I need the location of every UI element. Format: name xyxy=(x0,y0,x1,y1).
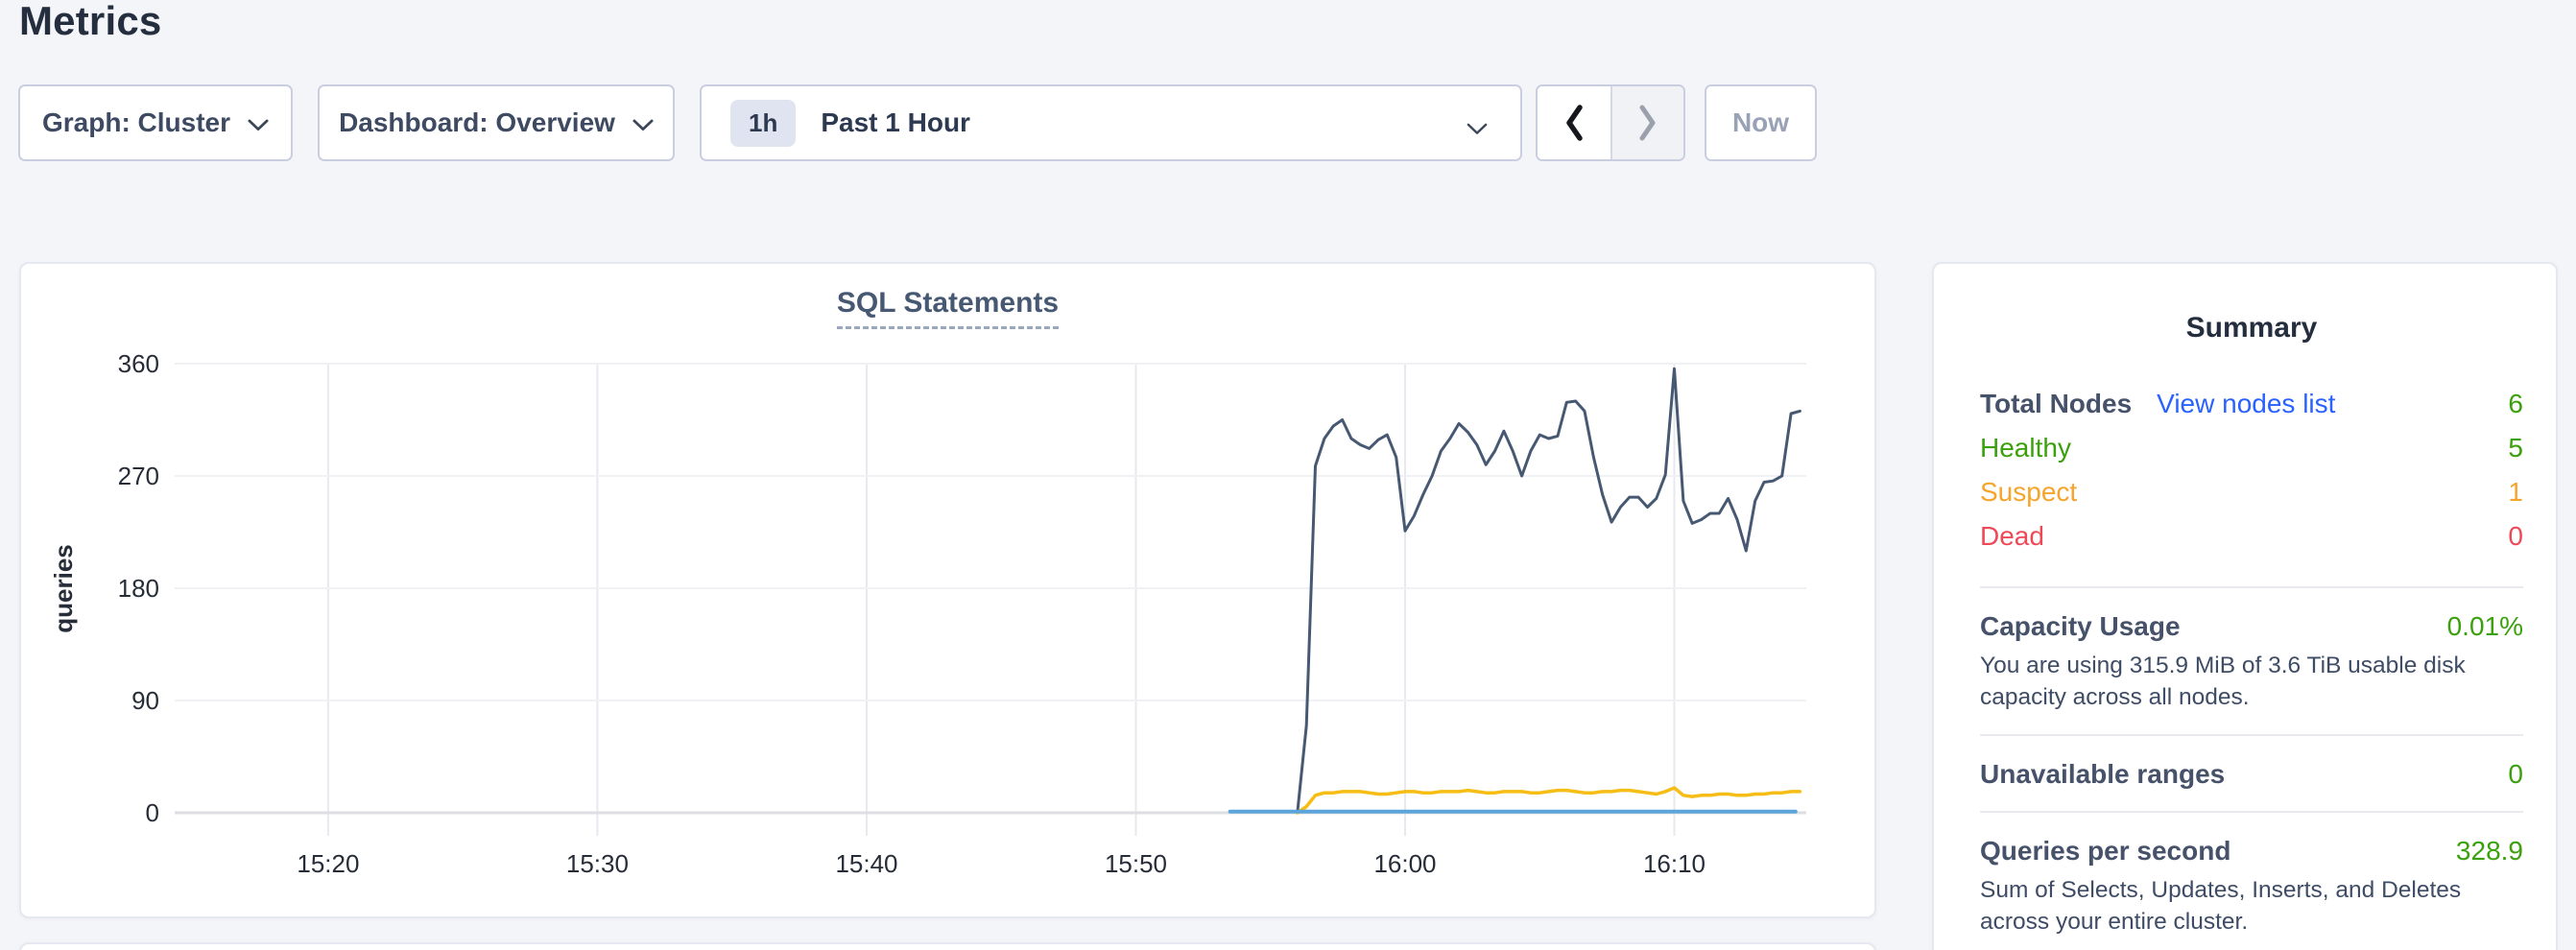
queries-per-second-section: Queries per second 328.9 Sum of Selects,… xyxy=(1980,836,2523,938)
queries-per-second-description: Sum of Selects, Updates, Inserts, and De… xyxy=(1980,874,2523,938)
node-status-block: Total Nodes View nodes list 6 Healthy 5 … xyxy=(1980,389,2523,565)
graph-dropdown[interactable]: Graph: Cluster xyxy=(18,84,293,161)
next-chart-card xyxy=(19,942,1876,950)
svg-text:90: 90 xyxy=(131,686,159,715)
dead-value: 0 xyxy=(2508,521,2523,552)
healthy-nodes-row: Healthy 5 xyxy=(1980,433,2523,477)
svg-text:360: 360 xyxy=(118,349,159,378)
queries-per-second-label: Queries per second xyxy=(1980,836,2230,867)
chevron-left-icon xyxy=(1562,104,1586,142)
unavailable-ranges-section: Unavailable ranges 0 xyxy=(1980,759,2523,790)
queries-per-second-value: 328.9 xyxy=(2456,836,2523,867)
divider xyxy=(1980,811,2523,813)
total-nodes-value: 6 xyxy=(2508,389,2523,419)
suspect-nodes-row: Suspect 1 xyxy=(1980,477,2523,521)
svg-text:15:40: 15:40 xyxy=(835,849,897,878)
svg-text:15:20: 15:20 xyxy=(297,849,359,878)
unavailable-ranges-label: Unavailable ranges xyxy=(1980,759,2225,790)
chevron-down-icon xyxy=(1467,123,1488,135)
svg-text:15:50: 15:50 xyxy=(1105,849,1167,878)
graph-dropdown-label: Graph: Cluster xyxy=(42,107,230,138)
controls-bar: Graph: Cluster Dashboard: Overview 1h Pa… xyxy=(18,84,1817,161)
time-range-badge: 1h xyxy=(730,100,796,147)
time-prev-button[interactable] xyxy=(1538,86,1610,159)
healthy-label: Healthy xyxy=(1980,433,2071,463)
time-range-label: Past 1 Hour xyxy=(821,107,970,138)
dashboard-dropdown[interactable]: Dashboard: Overview xyxy=(318,84,675,161)
sql-statements-chart-card: SQL Statements queries 15:2015:3015:4015… xyxy=(19,262,1876,918)
divider xyxy=(1980,586,2523,588)
svg-text:15:30: 15:30 xyxy=(566,849,629,878)
view-nodes-list-link[interactable]: View nodes list xyxy=(2157,389,2335,419)
divider xyxy=(1980,734,2523,736)
dashboard-dropdown-label: Dashboard: Overview xyxy=(339,107,615,138)
chevron-down-icon xyxy=(632,119,654,131)
svg-text:16:10: 16:10 xyxy=(1643,849,1705,878)
capacity-usage-section: Capacity Usage 0.01% You are using 315.9… xyxy=(1980,611,2523,713)
capacity-usage-description: You are using 315.9 MiB of 3.6 TiB usabl… xyxy=(1980,650,2523,713)
capacity-usage-label: Capacity Usage xyxy=(1980,611,2181,642)
total-nodes-label: Total Nodes xyxy=(1980,389,2132,419)
dead-label: Dead xyxy=(1980,521,2044,552)
svg-text:180: 180 xyxy=(118,574,159,603)
capacity-usage-value: 0.01% xyxy=(2447,611,2523,642)
time-range-dropdown[interactable]: 1h Past 1 Hour xyxy=(700,84,1522,161)
summary-title: Summary xyxy=(1980,312,2523,344)
healthy-value: 5 xyxy=(2508,433,2523,463)
dead-nodes-row: Dead 0 xyxy=(1980,521,2523,565)
suspect-label: Suspect xyxy=(1980,477,2077,508)
unavailable-ranges-value: 0 xyxy=(2508,759,2523,790)
now-button[interactable]: Now xyxy=(1705,84,1817,161)
svg-text:16:00: 16:00 xyxy=(1373,849,1436,878)
total-nodes-row: Total Nodes View nodes list 6 xyxy=(1980,389,2523,433)
sql-statements-chart[interactable]: 15:20 15:30 15:40 15:50 16:00 16:10 0 90 180 270 3… xyxy=(21,264,1878,920)
chevron-right-icon xyxy=(1636,104,1659,142)
suspect-value: 1 xyxy=(2508,477,2523,508)
summary-panel: Summary Total Nodes View nodes list 6 He… xyxy=(1932,262,2558,950)
svg-text:0: 0 xyxy=(146,798,159,827)
metrics-page: Metrics Graph: Cluster Dashboard: Overvi… xyxy=(0,0,2576,950)
time-nav-group xyxy=(1536,84,1685,161)
chevron-down-icon xyxy=(248,119,269,131)
time-next-button[interactable] xyxy=(1610,86,1683,159)
svg-text:270: 270 xyxy=(118,462,159,490)
page-title: Metrics xyxy=(19,0,161,50)
